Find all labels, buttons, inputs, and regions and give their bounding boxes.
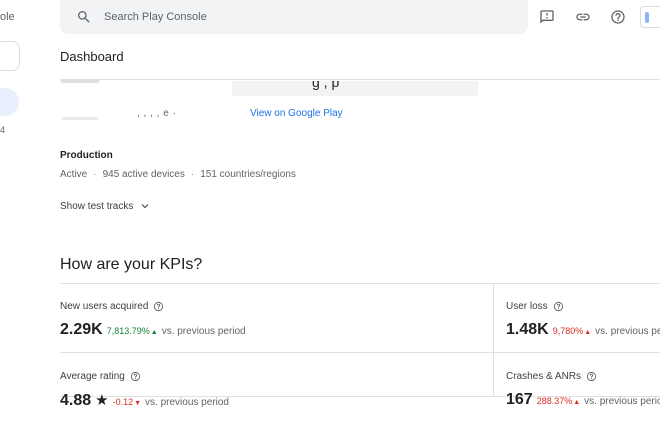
trend-up-icon: ▲ xyxy=(150,329,158,336)
separator-dot: · xyxy=(93,169,97,180)
sidebar-item-dashboard[interactable] xyxy=(0,88,19,116)
kpi-card-new-users[interactable]: New users acquired 2.29K 7,813.79%▲ vs. … xyxy=(60,300,490,339)
kpi-comparison: vs. previous period xyxy=(145,397,229,408)
kpi-delta: 288.37%▲ xyxy=(537,396,580,406)
kpi-divider-middle xyxy=(60,352,660,353)
separator-dot: · xyxy=(190,169,195,180)
sidebar-app-title: ole xyxy=(0,11,15,23)
help-outline-icon[interactable] xyxy=(553,301,564,312)
header-divider xyxy=(60,79,660,80)
trend-down-icon: ▼ xyxy=(134,400,142,407)
kpi-comparison: vs. previous period xyxy=(584,396,660,407)
feedback-button[interactable] xyxy=(537,7,557,27)
show-test-tracks-label: Show test tracks xyxy=(60,200,134,212)
kpi-label: New users acquired xyxy=(60,301,149,312)
sidebar-item-count: 4 xyxy=(0,125,6,135)
kpi-delta-value: 9,780% xyxy=(552,326,584,336)
feedback-icon xyxy=(540,10,554,24)
help-icon xyxy=(611,10,625,24)
kpi-value: 2.29K xyxy=(60,321,103,338)
app-icon-placeholder xyxy=(60,80,100,83)
trend-up-icon: ▲ xyxy=(573,399,581,406)
app-icon-shadow xyxy=(62,117,98,120)
kpi-delta: -0.12▼ xyxy=(113,397,141,407)
kpi-delta-value: 7,813.79% xyxy=(106,326,150,336)
kpi-delta-value: 288.37% xyxy=(536,396,573,406)
show-test-tracks-toggle[interactable]: Show test tracks xyxy=(60,200,151,212)
chevron-down-icon xyxy=(142,204,149,209)
trend-up-icon: ▲ xyxy=(584,329,592,336)
kpi-divider-vertical xyxy=(493,283,494,396)
kpi-comparison: vs. previous period xyxy=(595,326,660,337)
production-title: Production xyxy=(60,150,113,161)
kpi-delta: 7,813.79%▲ xyxy=(107,326,158,336)
sidebar-app-selector[interactable] xyxy=(0,41,20,71)
production-status: Active xyxy=(60,169,88,180)
help-button[interactable] xyxy=(608,7,628,27)
kpi-label: Average rating xyxy=(60,371,125,382)
kpi-card-user-loss[interactable]: User loss 1.48K 9,780%▲ vs. previous per… xyxy=(506,300,660,339)
kpi-delta-value: -0.12 xyxy=(112,397,134,407)
copy-link-button[interactable] xyxy=(573,7,593,27)
kpi-label: Crashes & ANRs xyxy=(506,371,582,382)
production-countries: 151 countries/regions xyxy=(200,169,296,180)
kpi-card-average-rating[interactable]: Average rating 4.88 ★ -0.12▼ vs. previou… xyxy=(60,370,490,410)
link-icon xyxy=(576,13,590,21)
kpi-value: 4.88 xyxy=(60,392,92,409)
production-devices: 945 active devices xyxy=(102,169,185,180)
help-outline-icon[interactable] xyxy=(130,371,141,382)
kpi-delta: 9,780%▲ xyxy=(553,326,591,336)
page-title: Dashboard xyxy=(60,49,124,64)
app-package-meta: , , , , e · xyxy=(137,108,177,119)
sidebar: ole 4 xyxy=(0,0,44,440)
search-icon xyxy=(78,11,90,23)
kpi-value: 1.48K xyxy=(506,321,549,338)
help-outline-icon[interactable] xyxy=(153,301,164,312)
account-avatar[interactable] xyxy=(640,6,660,28)
kpi-section-title: How are your KPIs? xyxy=(60,256,203,273)
app-name-overlay: g , p xyxy=(232,81,478,96)
kpi-label: User loss xyxy=(506,301,548,312)
app-name: g , p xyxy=(312,81,340,90)
search-input[interactable] xyxy=(104,11,484,23)
help-outline-icon[interactable] xyxy=(586,371,597,382)
kpi-value: 167 xyxy=(506,391,533,408)
kpi-comparison: vs. previous period xyxy=(161,326,246,337)
view-on-google-play-link[interactable]: View on Google Play xyxy=(250,108,343,119)
search-bar[interactable] xyxy=(60,0,528,34)
kpi-divider-top xyxy=(60,283,660,284)
star-icon: ★ xyxy=(95,392,109,409)
production-stats: Active · 945 active devices · 151 countr… xyxy=(60,169,296,180)
kpi-card-crashes-anrs[interactable]: Crashes & ANRs 167 288.37%▲ vs. previous… xyxy=(506,370,660,409)
